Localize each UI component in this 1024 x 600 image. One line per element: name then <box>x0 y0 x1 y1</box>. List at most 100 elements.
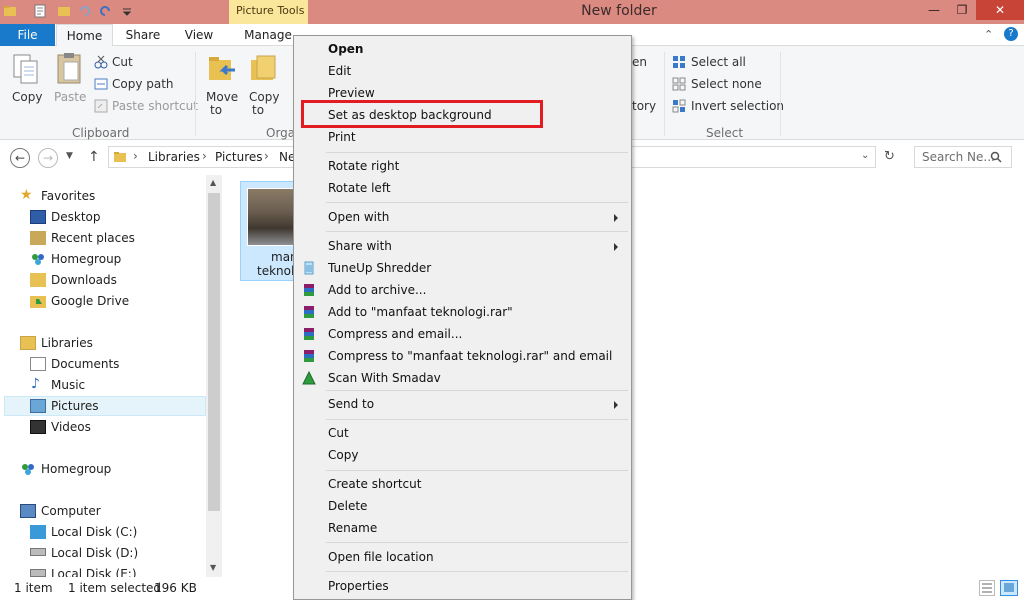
nav-scrollbar[interactable]: ▲ ▼ <box>206 175 222 577</box>
menu-properties[interactable]: Properties <box>328 579 389 593</box>
select-all-button[interactable]: Select all <box>691 55 746 69</box>
nav-drive-d[interactable]: Local Disk (D:) <box>51 546 138 560</box>
nav-pictures[interactable]: Pictures <box>51 399 99 413</box>
address-dropdown-icon[interactable]: ⌄ <box>861 150 869 161</box>
submenu-arrow-icon <box>614 243 618 251</box>
menu-edit[interactable]: Edit <box>328 64 351 78</box>
large-icons-view-icon[interactable] <box>1000 580 1018 596</box>
menu-rotate-left[interactable]: Rotate left <box>328 181 391 195</box>
nav-libraries[interactable]: Libraries <box>41 336 93 350</box>
nav-documents[interactable]: Documents <box>51 357 119 371</box>
invert-selection-icon <box>672 99 686 116</box>
copy-to-button[interactable]: Copy <box>249 90 279 104</box>
menu-open-file-location[interactable]: Open file location <box>328 550 434 564</box>
nav-recent-places[interactable]: Recent places <box>51 231 135 245</box>
tab-home[interactable]: Home <box>56 24 113 47</box>
nav-favorites[interactable]: Favorites <box>41 189 95 203</box>
open-button[interactable]: en <box>632 55 647 69</box>
menu-tuneup-shredder[interactable]: TuneUp Shredder <box>328 261 431 275</box>
up-icon[interactable]: ↑ <box>88 149 100 165</box>
selection-size: 196 KB <box>154 581 197 595</box>
nav-google-drive[interactable]: Google Drive <box>51 294 129 308</box>
menu-open[interactable]: Open <box>328 42 363 56</box>
select-none-icon <box>672 77 686 94</box>
tab-file[interactable]: File <box>0 24 55 46</box>
nav-drive-c[interactable]: Local Disk (C:) <box>51 525 137 539</box>
menu-preview[interactable]: Preview <box>328 86 375 100</box>
title-bar: Picture Tools New folder — ❐ ✕ <box>0 0 1024 24</box>
breadcrumb-pictures[interactable]: Pictures <box>215 150 263 164</box>
menu-compress-to-rar-email[interactable]: Compress to "manfaat teknologi.rar" and … <box>328 349 612 363</box>
downloads-icon <box>30 273 46 287</box>
menu-rename[interactable]: Rename <box>328 521 377 535</box>
paste-button[interactable]: Paste <box>54 90 86 104</box>
menu-scan-smadav[interactable]: Scan With Smadav <box>328 371 441 385</box>
nav-music[interactable]: Music <box>51 378 85 392</box>
details-view-icon[interactable] <box>979 580 995 596</box>
ribbon-separator <box>780 52 781 136</box>
close-icon[interactable]: ✕ <box>976 0 1024 20</box>
paste-large-icon <box>55 52 83 89</box>
nav-downloads[interactable]: Downloads <box>51 273 117 287</box>
videos-icon <box>30 420 46 434</box>
scroll-thumb[interactable] <box>208 193 220 511</box>
breadcrumb-separator[interactable]: › <box>264 149 269 163</box>
menu-compress-and-email[interactable]: Compress and email... <box>328 327 462 341</box>
scroll-up-icon[interactable]: ▲ <box>210 178 216 187</box>
nav-desktop[interactable]: Desktop <box>51 210 101 224</box>
select-none-button[interactable]: Select none <box>691 77 762 91</box>
menu-print[interactable]: Print <box>328 130 356 144</box>
cut-icon <box>94 55 108 72</box>
selection-count: 1 item selected <box>68 581 162 595</box>
menu-cut[interactable]: Cut <box>328 426 349 440</box>
menu-separator <box>326 419 628 420</box>
cut-button[interactable]: Cut <box>112 55 133 69</box>
copy-path-button[interactable]: Copy path <box>112 77 174 91</box>
copy-button[interactable]: Copy <box>12 90 42 104</box>
minimize-icon[interactable]: — <box>920 0 948 20</box>
minimize-ribbon-icon[interactable]: ⌃ <box>984 28 993 41</box>
music-icon: ♪ <box>31 376 40 392</box>
tab-share[interactable]: Share <box>117 24 169 46</box>
refresh-icon[interactable]: ↻ <box>884 149 895 164</box>
nav-homegroup[interactable]: Homegroup <box>41 462 111 476</box>
submenu-arrow-icon <box>614 214 618 222</box>
pictures-icon <box>30 399 46 413</box>
nav-computer[interactable]: Computer <box>41 504 101 518</box>
winrar-icon <box>302 327 316 341</box>
menu-add-to-archive[interactable]: Add to archive... <box>328 283 426 297</box>
invert-selection-button[interactable]: Invert selection <box>691 99 784 113</box>
scroll-down-icon[interactable]: ▼ <box>210 563 216 572</box>
menu-send-to[interactable]: Send to <box>328 397 374 411</box>
tab-view[interactable]: View <box>173 24 225 46</box>
drive-d-icon <box>30 548 46 556</box>
ribbon-separator <box>195 52 196 136</box>
menu-separator <box>326 571 628 572</box>
breadcrumb-libraries[interactable]: Libraries <box>148 150 200 164</box>
google-drive-icon <box>30 294 46 308</box>
forward-icon[interactable]: → <box>38 148 58 168</box>
back-icon[interactable]: ← <box>10 148 30 168</box>
move-to-button-line2[interactable]: to <box>210 103 222 117</box>
move-to-button[interactable]: Move <box>206 90 238 104</box>
menu-rotate-right[interactable]: Rotate right <box>328 159 399 173</box>
copy-to-button-line2[interactable]: to <box>252 103 264 117</box>
menu-delete[interactable]: Delete <box>328 499 367 513</box>
menu-copy[interactable]: Copy <box>328 448 358 462</box>
nav-homegroup-favorite[interactable]: Homegroup <box>51 252 121 266</box>
help-icon[interactable]: ? <box>1004 27 1018 41</box>
breadcrumb-separator[interactable]: › <box>133 149 138 163</box>
paste-shortcut-button[interactable]: Paste shortcut <box>112 99 198 113</box>
menu-share-with[interactable]: Share with <box>328 239 392 253</box>
nav-drive-e[interactable]: Local Disk (E:) <box>51 567 137 577</box>
recent-locations-icon[interactable]: ▼ <box>66 151 73 161</box>
menu-open-with[interactable]: Open with <box>328 210 389 224</box>
restore-icon[interactable]: ❐ <box>948 0 976 20</box>
menu-separator <box>326 390 628 391</box>
menu-add-to-rar[interactable]: Add to "manfaat teknologi.rar" <box>328 305 513 319</box>
nav-videos[interactable]: Videos <box>51 420 91 434</box>
breadcrumb-separator[interactable]: › <box>202 149 207 163</box>
select-group-label: Select <box>706 126 744 140</box>
history-button[interactable]: tory <box>632 99 656 113</box>
menu-create-shortcut[interactable]: Create shortcut <box>328 477 421 491</box>
